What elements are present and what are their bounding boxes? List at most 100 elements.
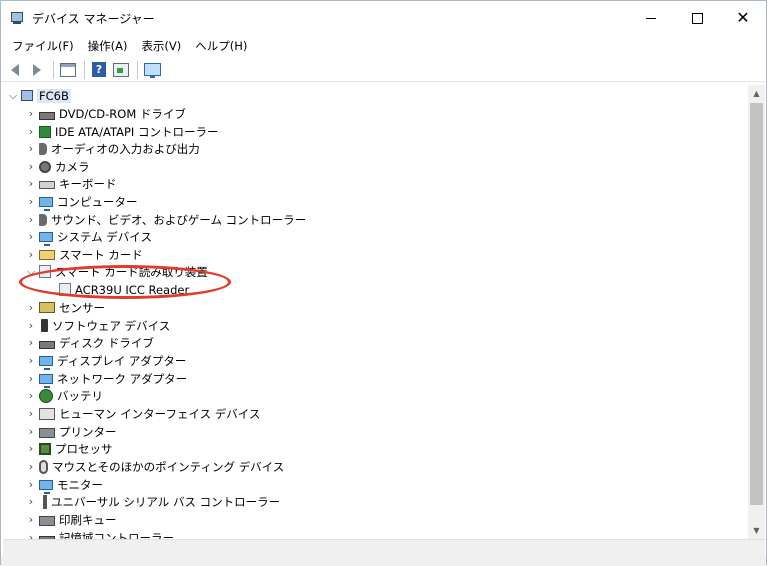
tree-item-audio[interactable]: › オーディオの入力および出力 [25,140,200,157]
maximize-button[interactable] [674,1,720,35]
tree-item-acr39u[interactable]: ACR39U ICC Reader [45,281,189,298]
expand-chevron-icon[interactable]: › [25,529,37,539]
tree-item-mouse[interactable]: › マウスとそのほかのポインティング デバイス [25,458,284,475]
menu-view[interactable]: 表示(V) [134,38,188,54]
tree-item-dvd[interactable]: › DVD/CD-ROM ドライブ [25,105,186,122]
status-bar [1,556,766,566]
tree-item-print-queue[interactable]: › 印刷キュー [25,511,117,528]
tree-item-network[interactable]: › ネットワーク アダプター [25,370,187,388]
tree-root[interactable]: ⌵ FC6B [7,87,71,104]
tree-item-computer[interactable]: › コンピューター [25,193,138,211]
tree-item-label: センサー [59,300,105,315]
expand-chevron-icon[interactable]: › [25,299,37,316]
tree-item-usb[interactable]: › ユニバーサル シリアル バス コントローラー [25,493,280,510]
expand-chevron-icon[interactable]: › [25,140,37,157]
forward-button[interactable] [27,60,47,80]
tree-item-smart-card[interactable]: › スマート カード [25,246,143,263]
tree-item-keyboard[interactable]: › キーボード [25,175,117,192]
properties-button[interactable] [58,60,78,80]
expand-chevron-icon[interactable]: › [25,423,37,440]
back-button[interactable] [5,60,25,80]
expand-chevron-icon[interactable]: › [25,370,37,387]
expand-chevron-icon[interactable]: › [25,317,37,334]
back-arrow-icon [11,63,19,76]
tree-item-sensor[interactable]: › センサー [25,299,105,316]
minimize-button[interactable] [628,1,674,35]
close-icon: ✕ [736,8,750,27]
collapse-chevron-icon[interactable]: ⌵ [25,263,37,280]
smart-card-icon [39,249,55,260]
dvd-drive-icon [39,111,55,120]
scrollbar-thumb[interactable] [750,103,763,505]
device-manager-window: デバイス マネージャー ✕ ファイル(F) 操作(A) 表示(V) ヘルプ(H)… [0,0,767,566]
print-queue-icon [39,516,55,526]
expand-chevron-icon[interactable]: › [25,105,37,122]
keyboard-icon [39,181,55,189]
update-driver-icon [113,62,129,77]
close-button[interactable]: ✕ [720,1,766,35]
expand-chevron-icon[interactable]: › [25,440,37,457]
tree-item-battery[interactable]: › バッテリ [25,387,103,404]
tree-item-label: カメラ [55,159,90,174]
device-tree[interactable]: ⌵ FC6B › DVD/CD-ROM ドライブ › IDE ATA/ATAPI… [3,85,748,539]
tree-item-label: 印刷キュー [59,512,117,527]
tree-item-label: ユニバーサル シリアル バス コントローラー [51,494,281,509]
tree-item-smart-card-reader[interactable]: ⌵ スマート カード読み取り装置 [25,263,208,280]
tree-item-label: IDE ATA/ATAPI コントローラー [55,124,219,139]
tree-item-label: プロセッサ [55,441,113,456]
tree-item-display[interactable]: › ディスプレイ アダプター [25,352,186,370]
expand-chevron-icon[interactable]: › [25,511,37,528]
vertical-scrollbar[interactable]: ▲ ▼ [748,85,765,539]
tree-item-label: モニター [57,477,103,492]
expand-chevron-icon[interactable]: › [25,158,37,175]
expand-chevron-icon[interactable]: › [25,193,37,210]
expand-chevron-icon[interactable]: › [25,476,37,493]
maximize-icon [691,12,703,24]
expand-chevron-icon[interactable]: › [25,493,37,510]
expand-chevron-icon[interactable]: › [25,352,37,369]
scroll-down-arrow-icon[interactable]: ▼ [748,522,765,539]
scan-hardware-icon [143,63,161,78]
help-button[interactable]: ? [89,60,109,80]
menu-action[interactable]: 操作(A) [81,38,135,54]
tree-item-label: オーディオの入力および出力 [51,141,200,156]
tree-item-label: DVD/CD-ROM ドライブ [59,106,186,121]
tree-item-camera[interactable]: › カメラ [25,158,90,175]
tree-item-ide[interactable]: › IDE ATA/ATAPI コントローラー [25,123,219,140]
tree-item-hid[interactable]: › ヒューマン インターフェイス デバイス [25,405,261,422]
expand-chevron-icon[interactable]: › [25,458,37,475]
tree-item-processor[interactable]: › プロセッサ [25,440,113,457]
scroll-up-arrow-icon[interactable]: ▲ [748,85,765,102]
update-driver-button[interactable] [111,60,131,80]
collapse-chevron-icon[interactable]: ⌵ [7,87,19,104]
tree-item-system[interactable]: › システム デバイス [25,228,152,246]
tree-item-sound[interactable]: › サウンド、ビデオ、およびゲーム コントローラー [25,211,306,228]
toolbar-separator [137,60,138,79]
expand-chevron-icon[interactable]: › [25,334,37,351]
expand-chevron-icon[interactable]: › [25,387,37,404]
hid-icon [39,407,55,420]
menu-file[interactable]: ファイル(F) [5,38,81,54]
tree-item-software[interactable]: › ソフトウェア デバイス [25,317,171,334]
expand-chevron-icon[interactable]: › [25,228,37,245]
title-bar[interactable]: デバイス マネージャー ✕ [1,1,766,35]
horizontal-scrollbar-area [3,539,765,557]
tree-item-monitor[interactable]: › モニター [25,476,103,494]
tree-item-label: スマート カード読み取り装置 [55,264,208,279]
expand-chevron-icon[interactable]: › [25,211,37,228]
scan-hardware-button[interactable] [142,60,162,80]
expand-chevron-icon[interactable]: › [25,175,37,192]
speaker-icon [39,142,47,155]
minimize-icon [646,17,656,19]
tree-item-storage-controller[interactable]: › 記憶域コントローラー [25,529,174,539]
tree-item-printer[interactable]: › プリンター [25,423,117,440]
menu-help[interactable]: ヘルプ(H) [188,38,254,54]
card-reader-device-icon [59,283,71,296]
expand-chevron-icon[interactable]: › [25,246,37,263]
tree-item-disk[interactable]: › ディスク ドライブ [25,334,154,351]
expand-chevron-icon[interactable]: › [25,405,37,422]
sensor-icon [39,302,55,313]
printer-icon [39,428,55,438]
expand-chevron-icon[interactable]: › [25,123,37,140]
tree-item-label: サウンド、ビデオ、およびゲーム コントローラー [51,212,307,227]
